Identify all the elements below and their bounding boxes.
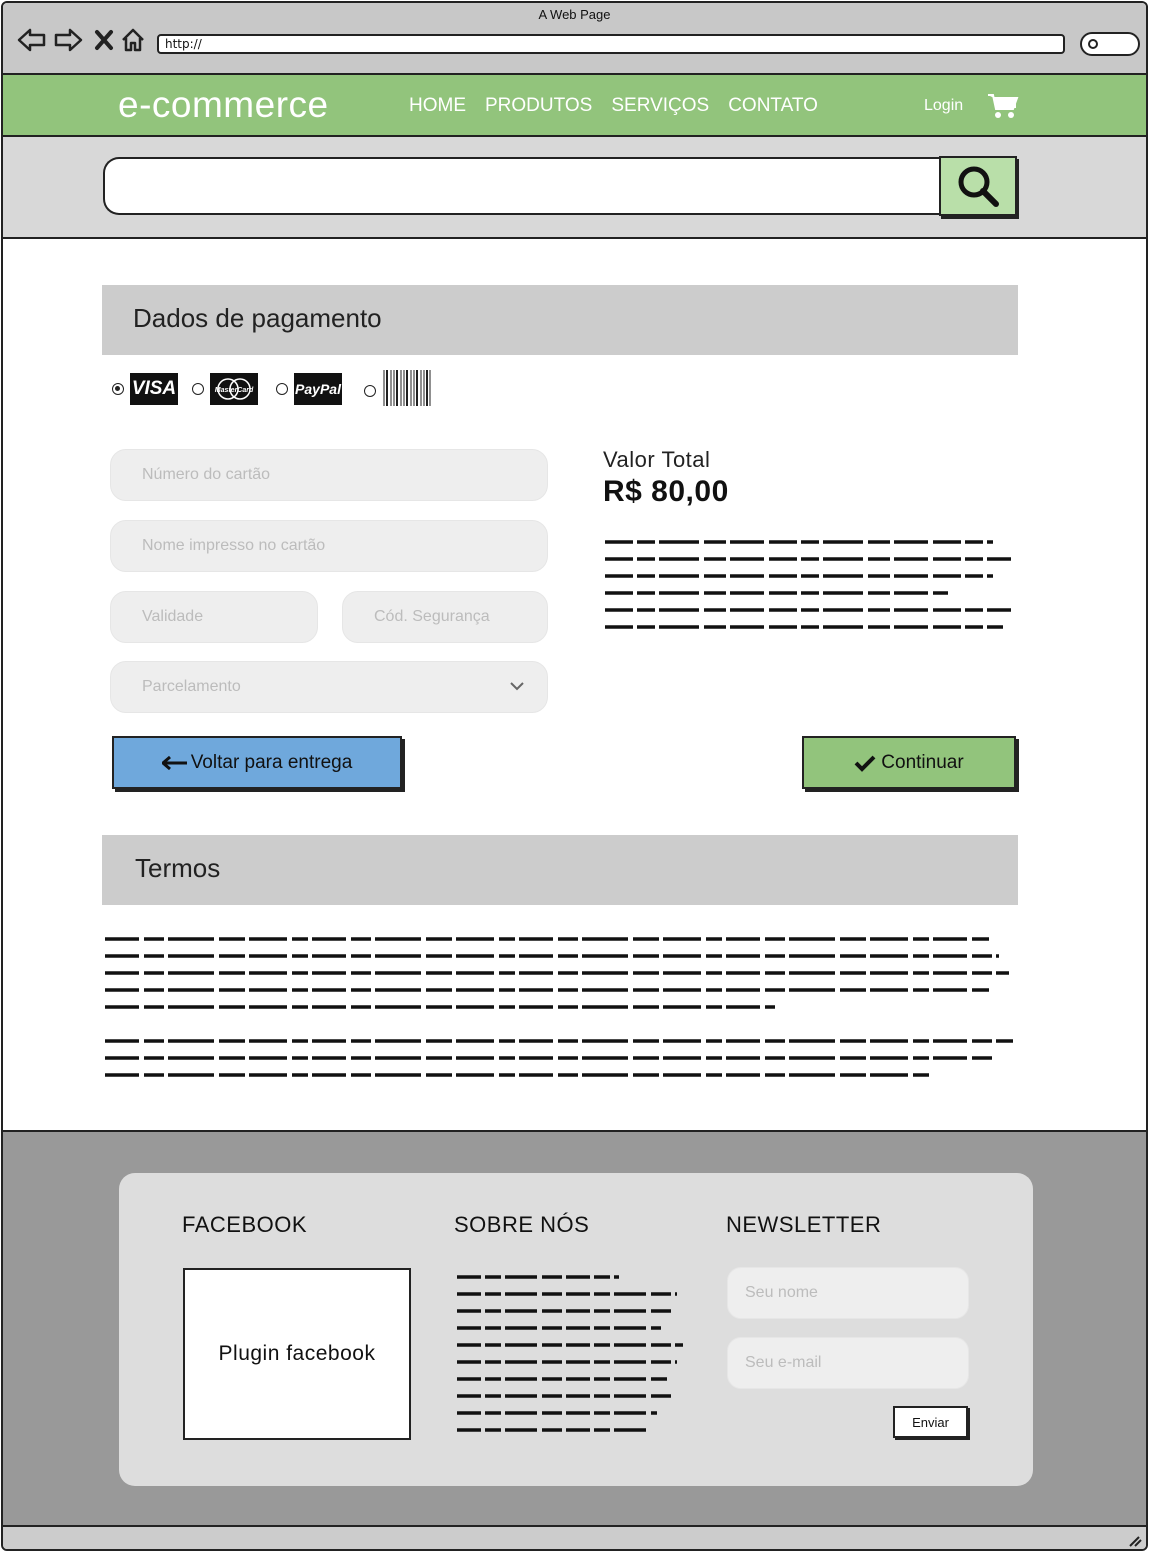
about-title: SOBRE NÓS [454,1212,590,1237]
payment-option-paypal[interactable]: PayPal [276,373,342,405]
browser-window: A Web Page http:// e-commerce HOME PRODU… [1,1,1148,1551]
back-button-label: Voltar para entrega [190,751,353,773]
shopping-cart-icon[interactable] [987,92,1019,125]
product-search-input[interactable] [103,157,941,215]
resize-grip-icon[interactable] [1128,1534,1142,1549]
card-number-field[interactable]: Número do cartão [110,449,548,501]
expiry-field[interactable]: Validade [110,591,318,643]
check-icon [854,755,876,772]
menu-item-home[interactable]: HOME [409,95,466,117]
browser-chrome: A Web Page http:// [3,3,1146,75]
terms-section-header: Termos [102,835,1018,905]
site-logo[interactable]: e-commerce [118,84,329,126]
installments-value: Parcelamento [142,678,241,695]
total-label: Valor Total [603,447,711,472]
chevron-down-icon [510,682,524,691]
mastercard-icon: MasterCard [210,373,258,405]
payment-title: Dados de pagamento [133,303,382,333]
search-button[interactable] [939,156,1017,216]
close-icon[interactable] [89,25,119,55]
payment-option-visa[interactable]: VISA [112,373,178,405]
radio-boleto[interactable] [364,384,376,397]
login-link[interactable]: Login [924,97,963,115]
menu-item-produtos[interactable]: PRODUTOS [485,95,592,117]
payment-section-header: Dados de pagamento [102,285,1018,355]
newsletter-title: NEWSLETTER [726,1212,882,1237]
newsletter-email-field[interactable]: Seu e-mail [727,1337,969,1389]
newsletter-name-field[interactable]: Seu nome [727,1267,969,1319]
search-band [3,137,1146,239]
back-arrow-icon[interactable] [17,25,47,55]
total-value: R$ 80,00 [603,475,729,508]
radio-mastercard[interactable] [192,383,204,395]
menu-item-contato[interactable]: CONTATO [728,95,818,117]
card-name-field[interactable]: Nome impresso no cartão [110,520,548,572]
continue-button-label: Continuar [881,751,964,773]
barcode-icon [382,369,432,412]
cvv-field[interactable]: Cód. Segurança [342,591,548,643]
payment-option-mastercard[interactable]: MasterCard [192,373,258,405]
newsletter-send-button[interactable]: Enviar [893,1406,968,1438]
main-menu: HOME PRODUTOS SERVIÇOS CONTATO [409,95,837,117]
browser-search-field[interactable] [1080,32,1140,56]
arrow-left-icon [161,755,187,770]
facebook-title: FACEBOOK [182,1212,308,1237]
facebook-plugin[interactable]: Plugin facebook [183,1268,411,1440]
paypal-icon: PayPal [294,373,342,405]
radio-paypal[interactable] [276,383,288,395]
site-header: e-commerce HOME PRODUTOS SERVIÇOS CONTAT… [3,75,1146,137]
url-bar[interactable]: http:// [157,34,1065,54]
terms-text-placeholder [105,937,1013,1077]
terms-title: Termos [135,853,221,883]
continue-button[interactable]: Continuar [802,736,1016,789]
footer: FACEBOOK Plugin facebook SOBRE NÓS NEWSL… [3,1130,1146,1525]
radio-visa[interactable] [112,383,124,395]
search-icon [958,166,999,207]
payment-description-placeholder [605,540,1011,629]
installments-select[interactable]: Parcelamento [110,661,548,713]
about-text-placeholder [457,1275,683,1432]
search-icon [1088,39,1098,49]
footer-card: FACEBOOK Plugin facebook SOBRE NÓS NEWSL… [119,1173,1033,1486]
visa-icon: VISA [130,373,178,405]
home-icon[interactable] [118,25,148,55]
forward-arrow-icon[interactable] [53,25,83,55]
browser-status-bar [3,1525,1146,1549]
window-title: A Web Page [538,7,611,22]
menu-item-servicos[interactable]: SERVIÇOS [611,95,709,117]
svg-text:MasterCard: MasterCard [215,387,254,394]
back-to-delivery-button[interactable]: Voltar para entrega [112,736,402,789]
payment-option-boleto[interactable] [364,369,432,412]
